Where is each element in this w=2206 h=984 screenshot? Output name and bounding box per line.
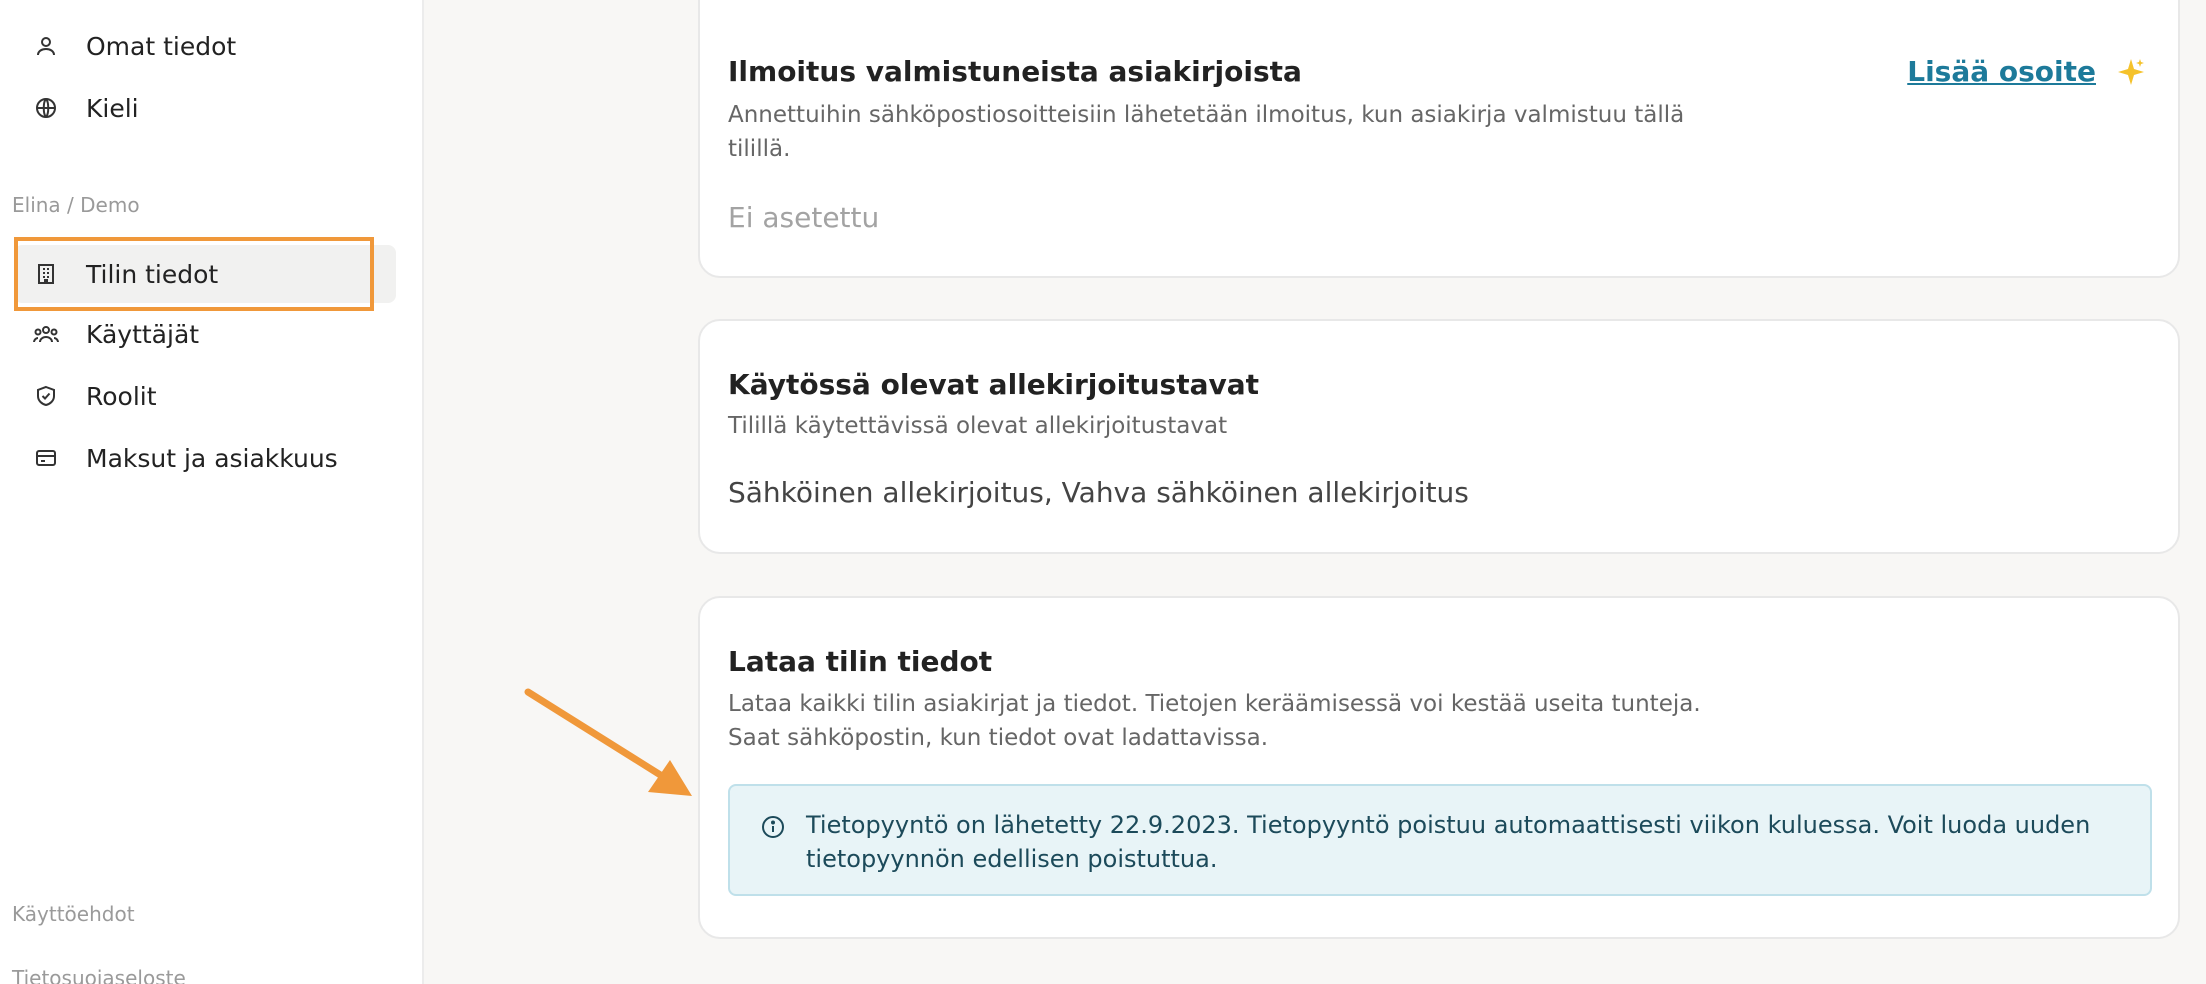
shield-icon xyxy=(32,382,60,410)
card-title: Ilmoitus valmistuneista asiakirjoista xyxy=(728,55,1302,88)
card-title: Käytössä olevat allekirjoitustavat xyxy=(728,368,1260,401)
building-icon xyxy=(32,260,60,288)
sidebar-item-label: Kieli xyxy=(86,93,139,123)
card-description-line-2: Saat sähköpostin, kun tiedot ovat ladatt… xyxy=(728,725,1269,751)
sidebar-item-kayttajat[interactable]: Käyttäjät xyxy=(14,305,396,363)
signatures-card: Käytössä olevat allekirjoitustavat Tilil… xyxy=(698,319,2180,554)
account-section-label: Elina / Demo xyxy=(12,193,140,217)
person-icon xyxy=(32,32,60,60)
info-alert-text: Tietopyyntö on lähetetty 22.9.2023. Tiet… xyxy=(806,811,2091,873)
download-card: Lataa tilin tiedot Lataa kaikki tilin as… xyxy=(698,596,2180,939)
sidebar-item-label: Maksut ja asiakkuus xyxy=(86,443,338,473)
sidebar-item-kieli[interactable]: Kieli xyxy=(14,79,396,137)
card-title: Lataa tilin tiedot xyxy=(728,645,993,678)
sidebar-item-omat-tiedot[interactable]: Omat tiedot xyxy=(14,17,396,75)
arrow-annotation xyxy=(524,688,692,796)
privacy-link[interactable]: Tietosuojaseloste xyxy=(12,966,186,984)
notification-emails-value: Ei asetettu xyxy=(728,201,880,234)
sidebar-item-label: Omat tiedot xyxy=(86,31,237,61)
signature-methods-value: Sähköinen allekirjoitus, Vahva sähköinen… xyxy=(728,476,1469,509)
sidebar-item-tilin-tiedot[interactable]: Tilin tiedot xyxy=(14,245,396,303)
card-description: Tilillä käytettävissä olevat allekirjoit… xyxy=(728,413,1228,439)
add-address-link[interactable]: Lisää osoite xyxy=(1907,55,2096,88)
sparkle-icon xyxy=(2116,57,2146,87)
info-alert: Tietopyyntö on lähetetty 22.9.2023. Tiet… xyxy=(728,784,2152,896)
sidebar-item-roolit[interactable]: Roolit xyxy=(14,367,396,425)
card-icon xyxy=(32,444,60,472)
sidebar-item-label: Roolit xyxy=(86,381,157,411)
sidebar-item-label: Käyttäjät xyxy=(86,319,200,349)
card-description-line-1: Lataa kaikki tilin asiakirjat ja tiedot.… xyxy=(728,691,1701,717)
sidebar-item-maksut[interactable]: Maksut ja asiakkuus xyxy=(14,429,396,487)
sidebar-item-label: Tilin tiedot xyxy=(86,259,219,289)
notifications-card: Ilmoitus valmistuneista asiakirjoista An… xyxy=(698,0,2180,278)
terms-link[interactable]: Käyttöehdot xyxy=(12,902,135,926)
sidebar: Omat tiedot Kieli Elina / Demo Tilin tie… xyxy=(0,0,424,984)
globe-icon xyxy=(32,94,60,122)
info-icon xyxy=(760,814,786,840)
card-description: Annettuihin sähköpostiosoitteisiin lähet… xyxy=(728,102,1685,162)
users-icon xyxy=(32,320,60,348)
